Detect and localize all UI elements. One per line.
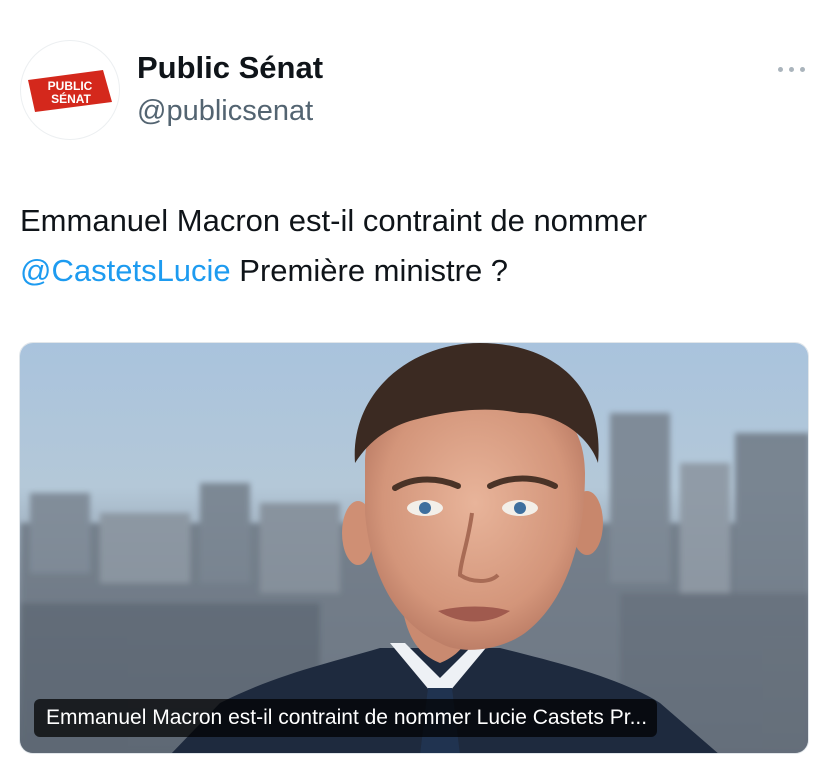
more-horizontal-icon: [789, 67, 794, 72]
more-options-button[interactable]: [774, 58, 810, 82]
tweet-text-part: Première ministre ?: [230, 253, 509, 288]
tweet-text-part: Emmanuel Macron est-il contraint de nomm…: [20, 203, 648, 238]
svg-text:PUBLIC: PUBLIC: [48, 79, 93, 93]
tweet: PUBLIC SÉNAT Public Sénat @publicsenat E…: [0, 0, 828, 763]
public-senat-logo: PUBLIC SÉNAT: [28, 70, 112, 112]
display-name[interactable]: Public Sénat: [137, 50, 323, 86]
account-handle[interactable]: @publicsenat: [137, 95, 313, 128]
card-photo: [20, 343, 808, 753]
svg-text:SÉNAT: SÉNAT: [51, 91, 91, 106]
card-caption: Emmanuel Macron est-il contraint de nomm…: [34, 699, 658, 737]
more-horizontal-icon: [778, 67, 783, 72]
mention-link[interactable]: @CastetsLucie: [20, 253, 231, 288]
link-card[interactable]: Emmanuel Macron est-il contraint de nomm…: [19, 342, 809, 754]
tweet-text: Emmanuel Macron est-il contraint de nomm…: [20, 196, 815, 296]
more-horizontal-icon: [800, 67, 805, 72]
avatar[interactable]: PUBLIC SÉNAT: [20, 40, 120, 140]
